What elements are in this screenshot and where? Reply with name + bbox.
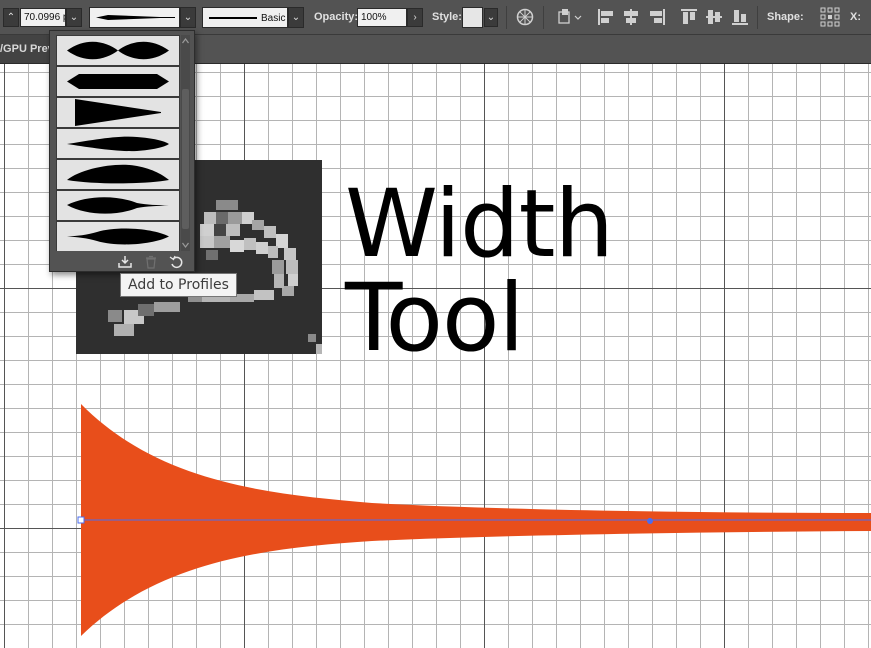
align-to-selection-icon[interactable]	[558, 8, 584, 26]
style-dropdown-arrow[interactable]: ⌄	[484, 8, 498, 27]
add-to-profiles-button[interactable]	[117, 255, 133, 269]
width-profile-item[interactable]	[57, 98, 179, 127]
width-point-handle[interactable]	[647, 518, 653, 524]
vertical-align-center-icon[interactable]	[705, 8, 723, 26]
width-profile-dropdown	[49, 30, 195, 272]
x-coordinate-label: X:	[850, 11, 861, 23]
scrollbar-thumb[interactable]	[182, 89, 189, 229]
width-profile-6-icon	[67, 197, 169, 214]
delete-profile-button[interactable]	[143, 255, 159, 269]
vertical-align-top-icon[interactable]	[680, 8, 698, 26]
style-label: Style:	[432, 11, 462, 23]
tooltip: Add to Profiles	[120, 273, 237, 297]
scroll-up-icon[interactable]	[181, 36, 190, 46]
width-profile-5-icon	[67, 164, 169, 184]
opacity-slider-button[interactable]: ›	[407, 8, 423, 27]
width-profile-item[interactable]	[57, 67, 179, 96]
separator	[757, 6, 758, 29]
horizontal-align-right-icon[interactable]	[648, 8, 666, 26]
stroke-weight-spinner[interactable]: ⌃	[3, 8, 19, 27]
reset-icon	[169, 255, 183, 269]
width-profile-item[interactable]	[57, 129, 179, 158]
reset-profiles-button[interactable]	[169, 255, 185, 269]
recolor-artwork-icon[interactable]	[516, 8, 534, 26]
width-profile-2-icon	[67, 74, 169, 89]
scroll-down-icon[interactable]	[181, 240, 190, 250]
graphic-style-swatch[interactable]	[462, 7, 483, 28]
width-profile-4-icon	[67, 136, 169, 152]
profile-list-scrollbar[interactable]	[181, 35, 190, 251]
width-profile-list	[56, 35, 180, 251]
width-profile-preview-icon	[96, 15, 175, 20]
horizontal-align-center-icon[interactable]	[622, 8, 640, 26]
separator	[506, 6, 507, 29]
separator	[543, 6, 544, 29]
horizontal-align-left-icon[interactable]	[597, 8, 615, 26]
basic-brush-icon	[209, 17, 257, 19]
trash-icon	[146, 255, 156, 269]
brush-label: Basic	[261, 13, 286, 24]
stroke-weight-dropdown[interactable]: ⌄	[66, 8, 82, 27]
brush-definition-select[interactable]: Basic	[202, 7, 288, 28]
width-profile-item[interactable]	[57, 191, 179, 220]
transform-reference-point-icon[interactable]	[820, 7, 840, 27]
width-profile-3-icon	[75, 99, 161, 126]
variable-width-profile-select[interactable]	[89, 7, 180, 28]
width-profile-dropdown-arrow[interactable]: ⌄	[180, 7, 196, 28]
path-anchor-point[interactable]	[77, 516, 85, 524]
brush-dropdown-arrow[interactable]: ⌄	[288, 7, 304, 28]
opacity-label: Opacity:	[314, 11, 359, 23]
stroke-weight-field[interactable]: 70.0996 p	[20, 8, 66, 27]
width-profile-1-icon	[67, 41, 169, 60]
width-profile-item[interactable]	[57, 36, 179, 65]
add-to-profiles-icon	[118, 256, 132, 268]
width-profile-item[interactable]	[57, 160, 179, 189]
width-profile-item[interactable]	[57, 222, 179, 251]
vertical-align-bottom-icon[interactable]	[731, 8, 749, 26]
width-profile-7-icon	[67, 228, 169, 245]
opacity-field[interactable]: 100%	[357, 8, 407, 27]
shape-label: Shape:	[767, 11, 804, 23]
